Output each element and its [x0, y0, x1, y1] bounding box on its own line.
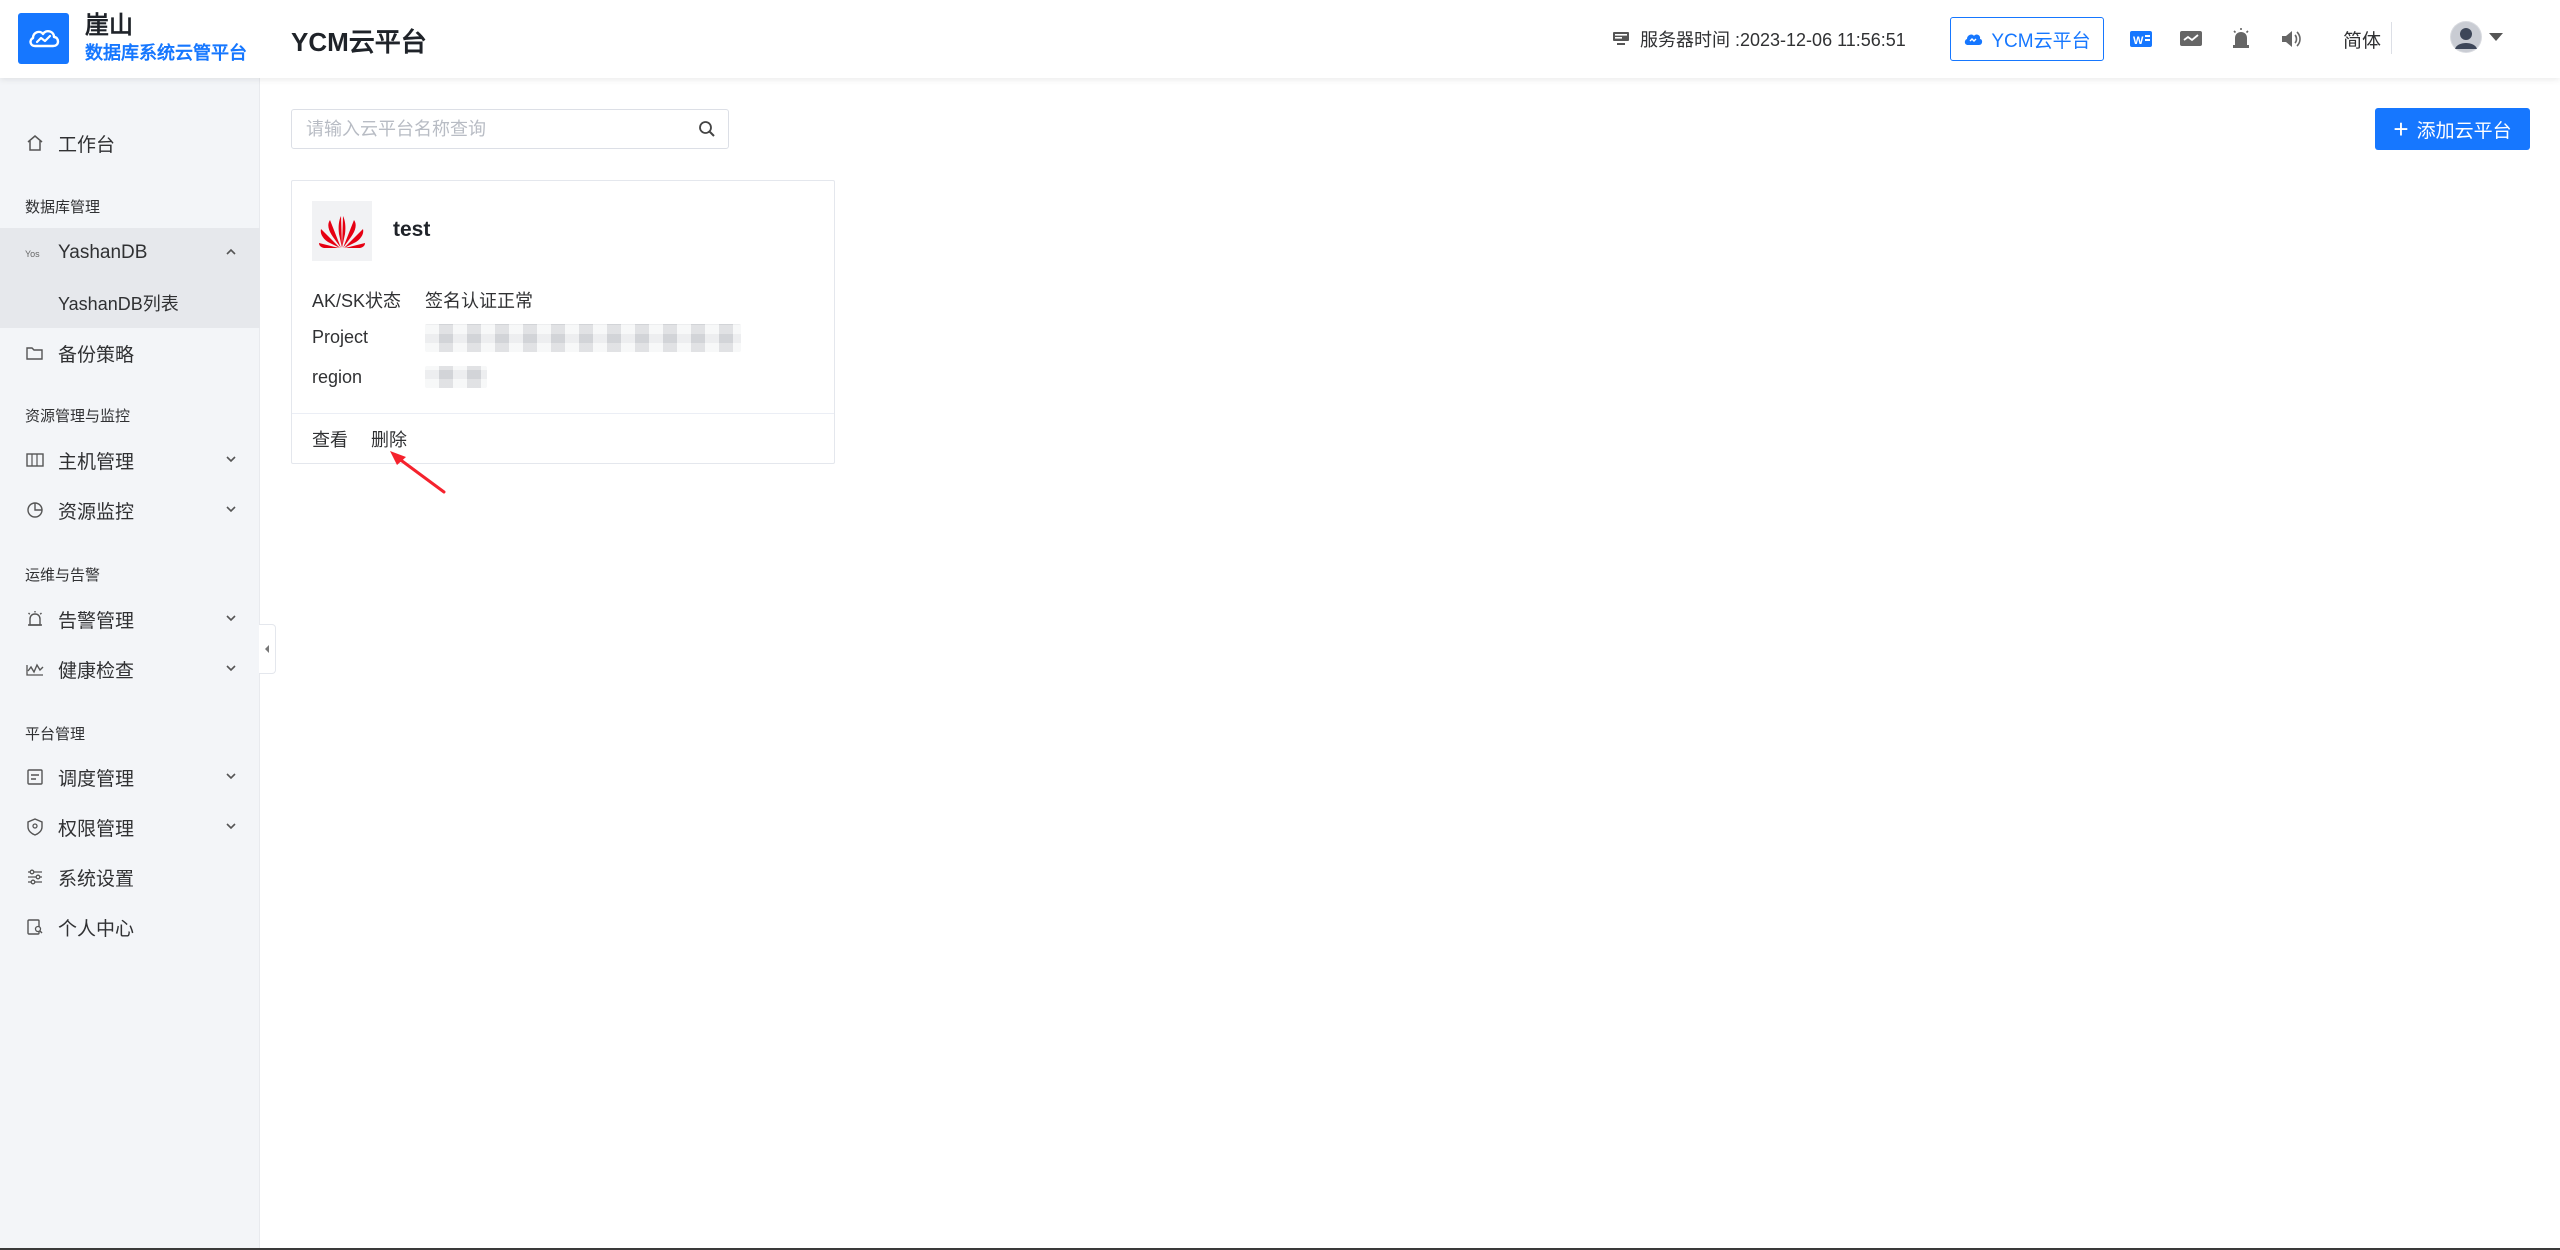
brand-subtitle: 数据库系统云管平台: [85, 42, 247, 63]
shield-icon: [25, 817, 45, 837]
svg-text:Yos: Yos: [25, 249, 40, 259]
sidebar-item-yashandb[interactable]: Yos YashanDB: [0, 228, 260, 278]
caret-left-icon: [265, 645, 269, 653]
chevron-down-icon: [226, 615, 236, 622]
sidebar-item-workbench[interactable]: 工作台: [0, 118, 260, 168]
add-platform-button[interactable]: + 添加云平台: [2375, 108, 2530, 150]
card-divider: [292, 413, 834, 414]
sidebar-item-label: 备份策略: [58, 344, 135, 366]
sidebar-item-label: 系统设置: [58, 868, 135, 890]
yashan-logo-icon: Yos: [25, 243, 45, 263]
sidebar-item-personal[interactable]: 个人中心: [0, 902, 260, 952]
user-profile-icon: [25, 917, 45, 937]
sidebar-collapse-handle[interactable]: [259, 624, 276, 674]
server-icon: [1613, 32, 1629, 45]
user-avatar: [2450, 21, 2482, 53]
chevron-down-icon: [226, 665, 236, 672]
page-title: YCM云平台: [291, 27, 427, 57]
sidebar-item-alarm[interactable]: 告警管理: [0, 594, 260, 644]
ycm-platform-button[interactable]: YCM云平台: [1950, 17, 2104, 61]
pie-chart-icon: [25, 500, 45, 520]
svg-text:W: W: [2133, 35, 2144, 47]
sidebar-item-label: 主机管理: [58, 451, 135, 473]
field-label-aksk: AK/SK状态: [312, 291, 402, 311]
sidebar-item-label: 权限管理: [58, 818, 135, 840]
language-switch[interactable]: 简体: [2343, 26, 2381, 53]
pulse-icon: [25, 659, 45, 679]
sidebar-item-monitor[interactable]: 资源监控: [0, 485, 260, 535]
platform-search-input[interactable]: [292, 110, 682, 148]
alarm-icon: [25, 609, 45, 629]
home-icon: [25, 133, 45, 153]
sidebar-item-schedule[interactable]: 调度管理: [0, 752, 260, 802]
plus-icon: +: [2393, 114, 2409, 144]
huawei-logo-icon: [312, 201, 372, 261]
header-divider: [2391, 22, 2392, 54]
brand-name: 崖山: [85, 12, 133, 39]
sidebar-item-host[interactable]: 主机管理: [0, 435, 260, 485]
host-grid-icon: [25, 450, 45, 470]
field-value-project-masked: [425, 324, 741, 352]
platform-search: [291, 109, 729, 149]
field-value-aksk: 签名认证正常: [425, 291, 533, 311]
view-button[interactable]: 查看: [312, 426, 348, 452]
speaker-icon[interactable]: [2278, 26, 2304, 52]
chevron-down-icon: [226, 506, 236, 513]
nav-group-db: 数据库管理: [25, 199, 101, 216]
search-icon[interactable]: [698, 120, 716, 138]
chevron-up-icon: [226, 248, 236, 255]
chevron-down-icon: [226, 823, 236, 830]
platform-card: test AK/SK状态 签名认证正常 Project region 查看 删除: [291, 180, 835, 464]
word-doc-icon[interactable]: W: [2128, 26, 2154, 52]
sidebar-item-label: 个人中心: [58, 918, 135, 940]
ycm-platform-label: YCM云平台: [1991, 30, 2091, 52]
sidebar-item-label: 工作台: [58, 134, 116, 156]
user-menu[interactable]: [2450, 21, 2504, 53]
sidebar-item-label: YashanDB: [58, 242, 148, 263]
field-label-project: Project: [312, 327, 369, 347]
nav-group-resource: 资源管理与监控: [25, 408, 131, 425]
sidebar-item-backup[interactable]: 备份策略: [0, 328, 260, 378]
chevron-down-icon: [226, 773, 236, 780]
brand[interactable]: 崖山 数据库系统云管平台: [18, 12, 247, 64]
screen-icon[interactable]: [2178, 26, 2204, 52]
sidebar-item-settings[interactable]: 系统设置: [0, 852, 260, 902]
top-header: 崖山 数据库系统云管平台 YCM云平台 服务器时间 :2023-12-06 11…: [0, 0, 2560, 78]
add-platform-label: 添加云平台: [2416, 120, 2512, 142]
caret-down-icon: [2489, 33, 2503, 41]
sidebar-item-health[interactable]: 健康检查: [0, 644, 260, 694]
cloud-icon: [1965, 34, 1983, 45]
sidebar-item-permission[interactable]: 权限管理: [0, 802, 260, 852]
alarm-bell-icon[interactable]: [2228, 26, 2254, 52]
chevron-down-icon: [226, 456, 236, 463]
folder-icon: [25, 343, 45, 363]
sidebar: 工作台 数据库管理 Yos YashanDB YashanDB列表 备份策略 资…: [0, 78, 260, 1250]
sidebar-item-label: 健康检查: [58, 660, 135, 682]
sidebar-item-label: 告警管理: [58, 610, 135, 632]
server-time: 服务器时间 :2023-12-06 11:56:51: [1612, 26, 1906, 52]
sidebar-item-label: 调度管理: [58, 768, 135, 790]
field-label-region: region: [312, 367, 363, 387]
nav-group-ops: 运维与告警: [25, 567, 101, 584]
nav-group-platform: 平台管理: [25, 726, 86, 743]
sidebar-item-label: 资源监控: [58, 501, 135, 523]
sliders-icon: [25, 867, 45, 887]
field-value-region-masked: [425, 366, 487, 388]
server-time-text: 服务器时间 :2023-12-06 11:56:51: [1640, 30, 1906, 50]
annotation-arrow-icon: [390, 451, 446, 494]
card-title: test: [393, 218, 431, 241]
schedule-list-icon: [25, 767, 45, 787]
cloud-logo-icon: [18, 12, 69, 64]
sidebar-item-yashandb-list[interactable]: YashanDB列表: [0, 278, 260, 328]
